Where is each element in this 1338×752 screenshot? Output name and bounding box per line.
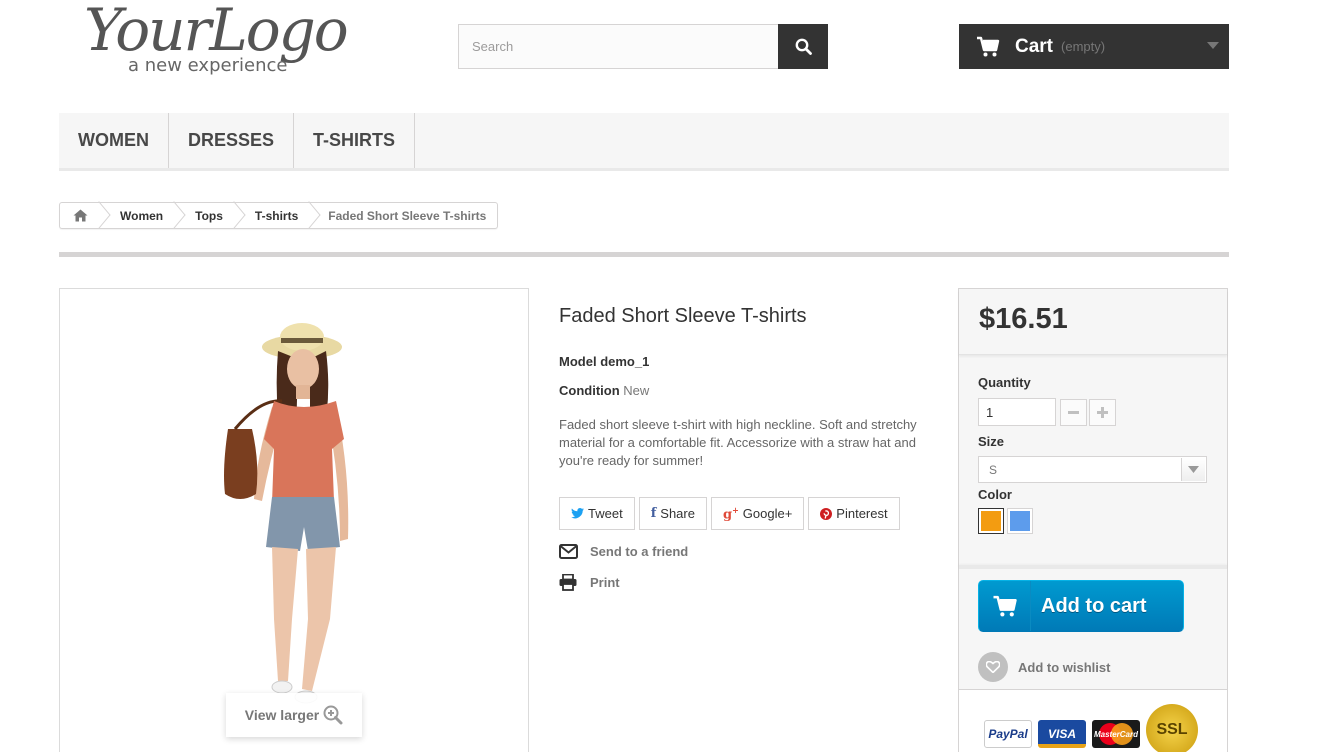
paypal-logo: PayPal xyxy=(984,720,1032,748)
quantity-input[interactable] xyxy=(978,398,1056,426)
product-image[interactable] xyxy=(59,288,529,752)
site-logo[interactable]: YourLogo a new experience xyxy=(84,0,374,80)
breadcrumb-separator xyxy=(235,203,245,228)
send-to-friend-link[interactable]: Send to a friend xyxy=(559,544,688,559)
cart-status: (empty) xyxy=(1061,39,1106,54)
add-to-cart-button[interactable]: Add to cart xyxy=(978,580,1184,632)
facebook-share-button[interactable]: f Share xyxy=(638,497,707,530)
breadcrumb-separator xyxy=(310,203,320,228)
plus-icon xyxy=(1097,407,1108,418)
paypal-logo-text: PayPal xyxy=(988,727,1028,741)
pinterest-label: Pinterest xyxy=(836,506,888,521)
quantity-decrease-button[interactable] xyxy=(1060,399,1087,426)
send-to-friend-label: Send to a friend xyxy=(590,544,689,559)
payment-logos: PayPal VISA MasterCard SSL xyxy=(959,689,1227,752)
chevron-down-icon xyxy=(1207,42,1219,49)
cart-label: Cart xyxy=(1015,35,1054,57)
cart-block[interactable]: Cart (empty) xyxy=(959,24,1229,69)
section-divider xyxy=(59,252,1229,257)
twitter-icon xyxy=(571,508,584,519)
product-price: $16.51 xyxy=(979,303,1068,335)
wishlist-label: Add to wishlist xyxy=(1018,659,1111,675)
view-larger-button[interactable]: View larger xyxy=(226,693,362,737)
condition-value: New xyxy=(623,383,650,398)
mastercard-logo-text: MasterCard xyxy=(1093,729,1138,739)
size-select[interactable]: S xyxy=(978,456,1207,483)
tweet-label: Tweet xyxy=(588,506,623,521)
google-plus-button[interactable]: g+ Google+ xyxy=(710,497,805,530)
menu-item-dresses[interactable]: DRESSES xyxy=(169,113,295,168)
google-plus-icon: g+ xyxy=(722,504,739,523)
buy-block: $16.51 Quantity Size S Color Add to cart xyxy=(958,288,1228,752)
add-to-cart-label: Add to cart xyxy=(1041,594,1147,617)
color-swatch-fill xyxy=(1010,511,1030,531)
tweet-button[interactable]: Tweet xyxy=(559,497,635,530)
model-label: Model xyxy=(559,354,597,369)
facebook-icon: f xyxy=(650,506,657,521)
size-label: Size xyxy=(978,434,1005,449)
printer-icon xyxy=(559,574,577,591)
product-description: Faded short sleeve t-shirt with high nec… xyxy=(559,417,917,468)
dropdown-arrow-icon xyxy=(1181,458,1205,481)
breadcrumb-current: Faded Short Sleeve T-shirts xyxy=(328,208,487,223)
heart-icon xyxy=(978,652,1008,682)
social-share-buttons: Tweet f Share g+ Google+ Pinterest xyxy=(559,497,900,530)
zoom-in-icon xyxy=(323,705,343,725)
pinterest-icon xyxy=(820,507,833,520)
color-swatch-blue[interactable] xyxy=(1007,508,1033,534)
price-block: $16.51 xyxy=(959,289,1227,355)
minus-icon xyxy=(1068,411,1079,414)
view-larger-label: View larger xyxy=(244,707,320,723)
ssl-seal: SSL xyxy=(1146,704,1198,752)
search-button[interactable] xyxy=(778,24,828,69)
print-label: Print xyxy=(590,575,620,590)
main-menu: WOMEN DRESSES T-SHIRTS xyxy=(59,113,1229,171)
search-input[interactable] xyxy=(458,24,779,69)
breadcrumb: Women Tops T-shirts Faded Short Sleeve T… xyxy=(59,202,499,229)
model-value: demo_1 xyxy=(600,354,650,369)
mastercard-logo: MasterCard xyxy=(1092,720,1140,748)
shopping-cart-icon xyxy=(993,595,1017,616)
home-icon xyxy=(73,209,87,222)
menu-item-women[interactable]: WOMEN xyxy=(59,113,169,168)
pinterest-button[interactable]: Pinterest xyxy=(808,497,900,530)
visa-logo-text: VISA xyxy=(1047,727,1076,741)
color-swatch-orange[interactable] xyxy=(978,508,1004,534)
envelope-icon xyxy=(559,544,578,559)
product-model: Model demo_1 xyxy=(559,354,649,369)
condition-label: Condition xyxy=(559,383,620,398)
logo-tagline: a new experience xyxy=(128,55,288,76)
product-condition: Condition New xyxy=(559,383,649,398)
print-link[interactable]: Print xyxy=(559,574,620,591)
product-photo xyxy=(224,323,349,704)
menu-item-tshirts[interactable]: T-SHIRTS xyxy=(294,113,416,168)
color-label: Color xyxy=(978,487,1012,502)
buy-block-divider xyxy=(959,565,1227,569)
visa-logo: VISA xyxy=(1038,720,1086,748)
quantity-increase-button[interactable] xyxy=(1089,399,1116,426)
cart-icon-wrap xyxy=(979,581,1031,631)
google-label: Google+ xyxy=(742,506,793,521)
breadcrumb-separator xyxy=(175,203,185,228)
add-to-wishlist-link[interactable]: Add to wishlist xyxy=(978,652,1110,682)
shopping-cart-icon xyxy=(977,36,1000,56)
product-title: Faded Short Sleeve T-shirts xyxy=(559,305,807,327)
quantity-label: Quantity xyxy=(978,375,1031,390)
search-icon xyxy=(795,38,812,55)
share-label: Share xyxy=(660,506,695,521)
ssl-seal-text: SSL xyxy=(1156,721,1188,738)
color-swatch-fill xyxy=(981,511,1001,531)
size-value: S xyxy=(989,462,998,477)
breadcrumb-separator xyxy=(100,203,110,228)
